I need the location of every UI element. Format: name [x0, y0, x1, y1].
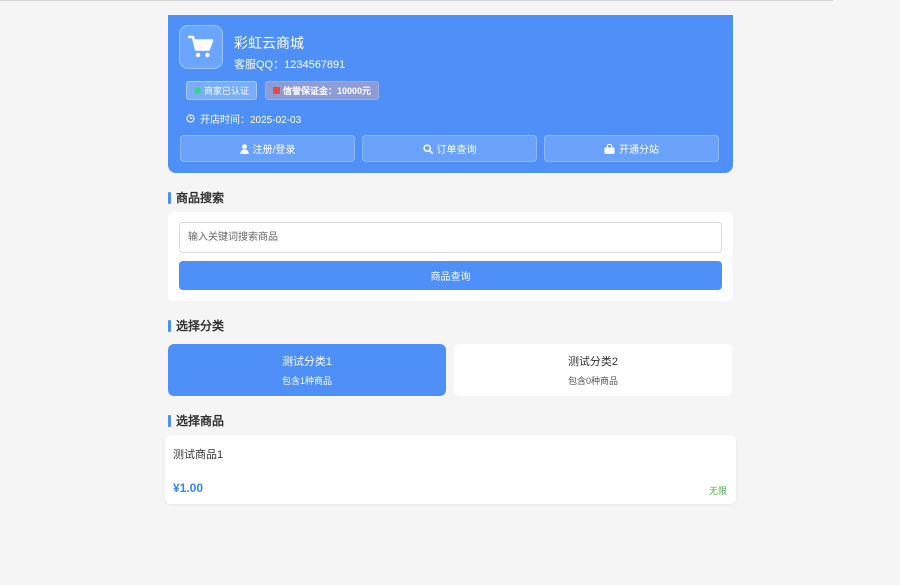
top-divider	[0, 0, 833, 1]
shopping-cart-icon	[188, 35, 214, 58]
search-input[interactable]	[179, 222, 722, 253]
order-query-label: 订单查询	[436, 145, 477, 156]
action-bar: 注册/登录 订单查询 开通分站	[180, 135, 719, 162]
search-section-title: 商品搜索	[168, 189, 224, 206]
search-icon	[422, 143, 433, 154]
open-time: 开店时间：2025-02-03	[186, 111, 301, 126]
order-query-button[interactable]: 订单查询	[362, 135, 537, 162]
deposit-dot-icon	[273, 87, 280, 94]
title-accent-bar	[168, 191, 171, 204]
category-item-1[interactable]: 测试分类1 包含1种商品	[168, 344, 446, 396]
search-section-label: 商品搜索	[176, 191, 225, 205]
category-section-title: 选择分类	[168, 317, 224, 334]
title-accent-bar	[168, 414, 171, 427]
deposit-badge: 信誉保证金：10000元	[265, 81, 380, 100]
shop-header-card: 彩虹云商城 客服QQ：1234567891 商家已认证 信誉保证金：10000元…	[168, 15, 733, 173]
category-count: 包含0种商品	[567, 376, 618, 386]
shopping-bag-icon	[604, 143, 615, 154]
category-name: 测试分类2	[567, 356, 619, 368]
shop-name: 彩虹云商城	[234, 35, 304, 51]
verified-dot-icon	[194, 87, 201, 94]
register-login-button[interactable]: 注册/登录	[180, 135, 355, 162]
category-item-2[interactable]: 测试分类2 包含0种商品	[454, 344, 732, 396]
category-name: 测试分类1	[281, 356, 333, 368]
title-accent-bar	[168, 319, 171, 332]
customer-service-qq: 客服QQ：1234567891	[234, 59, 346, 71]
page-container: 彩虹云商城 客服QQ：1234567891 商家已认证 信誉保证金：10000元…	[165, 15, 736, 504]
product-query-label: 商品查询	[430, 272, 471, 283]
product-name: 测试商品1	[173, 449, 224, 461]
product-section-label: 选择商品	[176, 414, 225, 428]
product-card[interactable]: 测试商品1 ¥1.00 无限	[165, 435, 736, 504]
product-price: ¥1.00	[173, 481, 204, 495]
deposit-badge-label: 信誉保证金：10000元	[283, 86, 372, 96]
search-card: 商品查询	[168, 212, 733, 301]
product-section-title: 选择商品	[168, 412, 224, 429]
register-login-label: 注册/登录	[252, 145, 296, 156]
open-substation-label: 开通分站	[619, 145, 659, 156]
open-substation-button[interactable]: 开通分站	[544, 135, 719, 162]
category-section-label: 选择分类	[176, 319, 225, 333]
verified-badge: 商家已认证	[186, 81, 258, 100]
user-icon	[239, 143, 249, 154]
product-query-button[interactable]: 商品查询	[179, 261, 722, 290]
product-stock: 无限	[708, 486, 727, 496]
open-time-label: 开店时间：2025-02-03	[200, 115, 302, 126]
verified-badge-label: 商家已认证	[204, 86, 250, 96]
shop-logo	[179, 25, 223, 69]
category-count: 包含1种商品	[281, 376, 332, 386]
clock-icon	[186, 114, 195, 123]
